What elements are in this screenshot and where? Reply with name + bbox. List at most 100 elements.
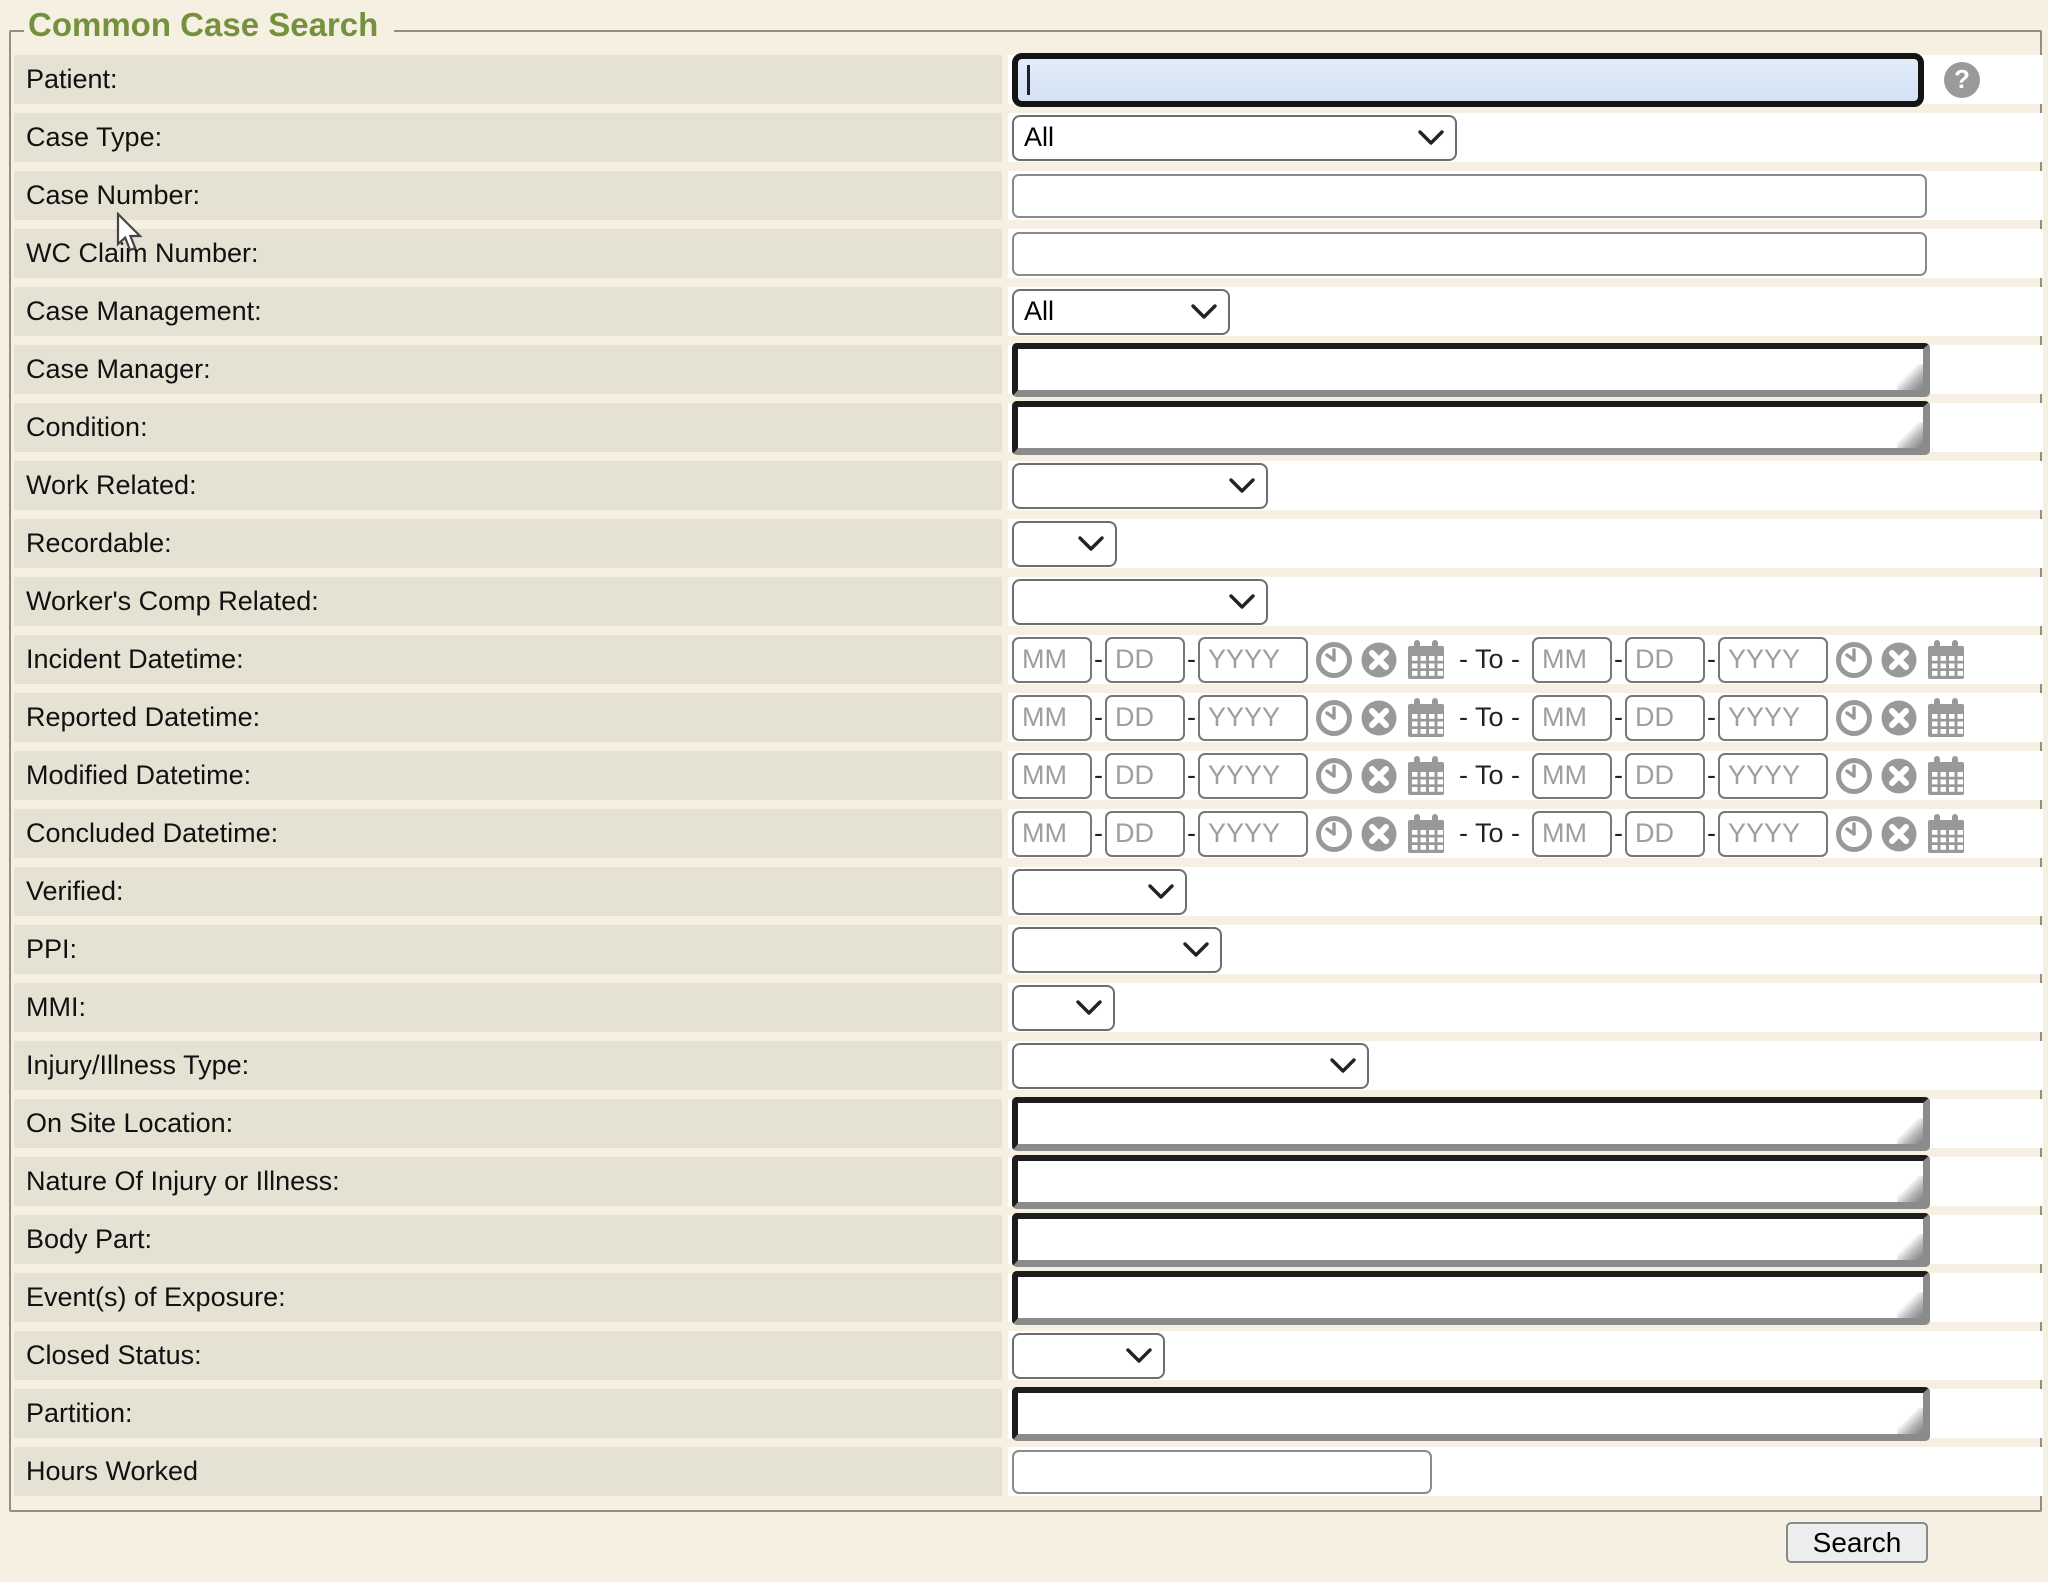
case-manager-input[interactable] [1012, 343, 1930, 397]
incident-datetime-to-year-input[interactable]: YYYY [1718, 637, 1828, 683]
modified-datetime-to-day-input[interactable]: DD [1625, 753, 1705, 799]
calendar-icon[interactable] [1925, 639, 1967, 681]
hours-worked-input[interactable] [1012, 1450, 1432, 1494]
injury-illness-type-select[interactable] [1012, 1043, 1369, 1089]
clock-icon[interactable] [1835, 815, 1873, 853]
field-area-injury-illness-type [1008, 1041, 2043, 1090]
chevron-down-icon [1329, 1057, 1357, 1075]
concluded-datetime-from-month-input[interactable]: MM [1012, 811, 1092, 857]
modified-datetime-to-month-input[interactable]: MM [1532, 753, 1612, 799]
clear-icon[interactable] [1880, 641, 1918, 679]
reported-datetime-from-day-input[interactable]: DD [1105, 695, 1185, 741]
search-button[interactable]: Search [1786, 1522, 1928, 1563]
incident-datetime-to-month-input[interactable]: MM [1532, 637, 1612, 683]
clock-icon[interactable] [1315, 815, 1353, 853]
incident-datetime-to-day-input[interactable]: DD [1625, 637, 1705, 683]
resize-grip [1897, 1234, 1923, 1260]
concluded-datetime-to-day-input[interactable]: DD [1625, 811, 1705, 857]
case-number-input[interactable] [1012, 174, 1927, 218]
field-label-work-related: Work Related: [14, 461, 1002, 510]
concluded-datetime-from-year-input[interactable]: YYYY [1198, 811, 1308, 857]
calendar-icon[interactable] [1925, 697, 1967, 739]
modified-datetime-from-year-input[interactable]: YYYY [1198, 753, 1308, 799]
form-row-wc-claim-number: WC Claim Number: [14, 229, 2043, 278]
date-placeholder: MM [1022, 760, 1067, 791]
modified-datetime-to-year-input[interactable]: YYYY [1718, 753, 1828, 799]
date-placeholder: MM [1022, 702, 1067, 733]
body-part-input[interactable] [1012, 1213, 1930, 1267]
form-row-concluded-datetime: Concluded Datetime:MM-DD-YYYY- To -MM-DD… [14, 809, 2043, 858]
reported-datetime-from-month-input[interactable]: MM [1012, 695, 1092, 741]
field-label-case-number: Case Number: [14, 171, 1002, 220]
worker-s-comp-related-select[interactable] [1012, 579, 1268, 625]
date-dash: - [1707, 702, 1716, 733]
field-area-body-part [1008, 1215, 2043, 1264]
calendar-icon[interactable] [1405, 639, 1447, 681]
modified-datetime-from-month-input[interactable]: MM [1012, 753, 1092, 799]
reported-datetime-to-year-input[interactable]: YYYY [1718, 695, 1828, 741]
calendar-icon[interactable] [1405, 755, 1447, 797]
wc-claim-number-input[interactable] [1012, 232, 1927, 276]
clear-icon[interactable] [1880, 757, 1918, 795]
clock-icon[interactable] [1835, 699, 1873, 737]
clock-icon[interactable] [1835, 641, 1873, 679]
clear-icon[interactable] [1360, 641, 1398, 679]
mmi-select[interactable] [1012, 985, 1115, 1031]
incident-datetime-from-year-input[interactable]: YYYY [1198, 637, 1308, 683]
clock-icon[interactable] [1315, 641, 1353, 679]
recordable-select[interactable] [1012, 521, 1117, 567]
clear-icon[interactable] [1880, 699, 1918, 737]
case-management-select[interactable]: All [1012, 289, 1230, 335]
reported-datetime-to-day-input[interactable]: DD [1625, 695, 1705, 741]
reported-datetime-from-year-input[interactable]: YYYY [1198, 695, 1308, 741]
patient-input[interactable] [1012, 53, 1924, 107]
date-placeholder: MM [1542, 818, 1587, 849]
field-area-ppi [1008, 925, 2043, 974]
work-related-select[interactable] [1012, 463, 1268, 509]
calendar-icon[interactable] [1925, 813, 1967, 855]
text-caret [1027, 65, 1030, 95]
clear-icon[interactable] [1360, 757, 1398, 795]
ppi-select[interactable] [1012, 927, 1222, 973]
clock-icon[interactable] [1315, 699, 1353, 737]
to-separator: - To - [1459, 702, 1520, 733]
chevron-down-icon [1228, 593, 1256, 611]
field-area-event-s-of-exposure [1008, 1273, 2043, 1322]
to-separator: - To - [1459, 818, 1520, 849]
verified-select[interactable] [1012, 869, 1187, 915]
partition-input[interactable] [1012, 1387, 1930, 1441]
closed-status-select[interactable] [1012, 1333, 1165, 1379]
mouse-cursor [114, 212, 148, 254]
reported-datetime-to-month-input[interactable]: MM [1532, 695, 1612, 741]
concluded-datetime-from-day-input[interactable]: DD [1105, 811, 1185, 857]
field-area-wc-claim-number [1008, 229, 2043, 278]
chevron-down-icon [1125, 1347, 1153, 1365]
clear-icon[interactable] [1360, 815, 1398, 853]
nature-of-injury-or-illness-input[interactable] [1012, 1155, 1930, 1209]
concluded-datetime-to-month-input[interactable]: MM [1532, 811, 1612, 857]
field-label-case-type: Case Type: [14, 113, 1002, 162]
event-s-of-exposure-input[interactable] [1012, 1271, 1930, 1325]
incident-datetime-from-day-input[interactable]: DD [1105, 637, 1185, 683]
clock-icon[interactable] [1835, 757, 1873, 795]
form-row-body-part: Body Part: [14, 1215, 2043, 1264]
form-row-injury-illness-type: Injury/Illness Type: [14, 1041, 2043, 1090]
clock-icon[interactable] [1315, 757, 1353, 795]
condition-input[interactable] [1012, 401, 1930, 455]
modified-datetime-from-day-input[interactable]: DD [1105, 753, 1185, 799]
date-placeholder: DD [1115, 760, 1154, 791]
field-label-on-site-location: On Site Location: [14, 1099, 1002, 1148]
calendar-icon[interactable] [1925, 755, 1967, 797]
concluded-datetime-to-year-input[interactable]: YYYY [1718, 811, 1828, 857]
field-area-on-site-location [1008, 1099, 2043, 1148]
date-placeholder: DD [1635, 818, 1674, 849]
calendar-icon[interactable] [1405, 697, 1447, 739]
case-type-select[interactable]: All [1012, 115, 1457, 161]
clear-icon[interactable] [1880, 815, 1918, 853]
clear-icon[interactable] [1360, 699, 1398, 737]
calendar-icon[interactable] [1405, 813, 1447, 855]
incident-datetime-from-month-input[interactable]: MM [1012, 637, 1092, 683]
question-mark-icon[interactable]: ? [1944, 62, 1980, 98]
form-row-work-related: Work Related: [14, 461, 2043, 510]
on-site-location-input[interactable] [1012, 1097, 1930, 1151]
